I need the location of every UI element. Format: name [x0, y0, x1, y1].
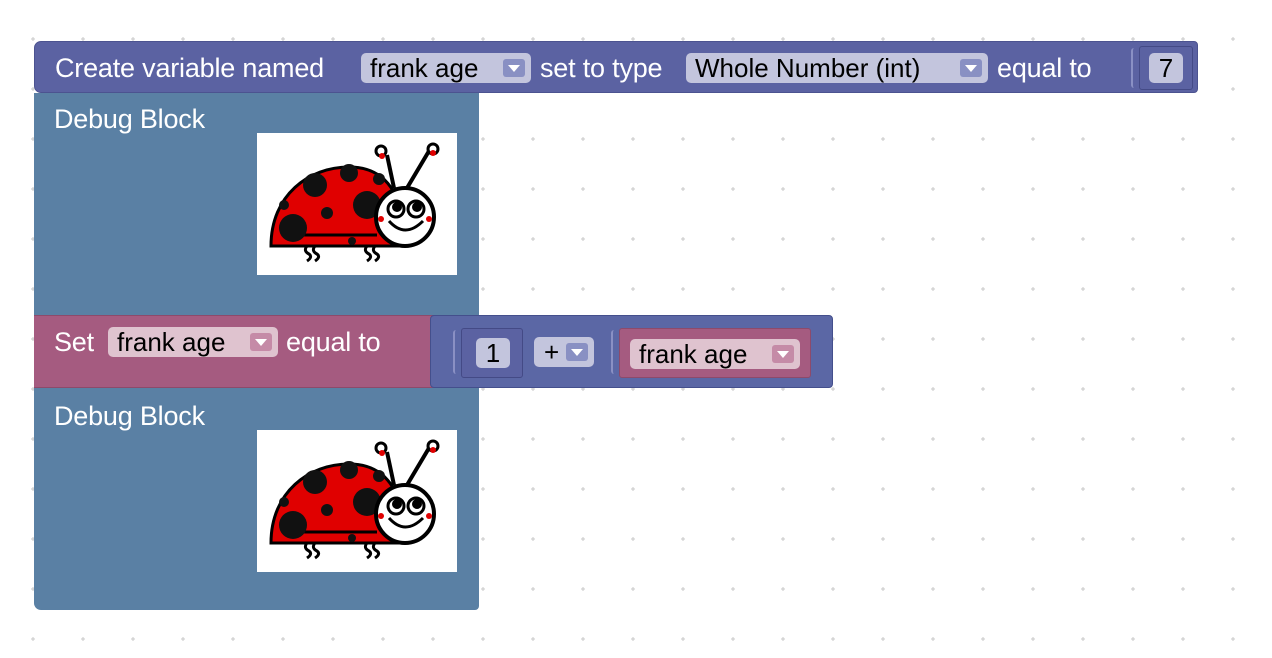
set-variable-value: frank age — [117, 327, 226, 357]
debug-block[interactable]: Debug Block — [34, 388, 479, 610]
chevron-down-icon — [250, 333, 272, 351]
number-block[interactable]: 7 — [1139, 46, 1193, 90]
debug-block-label: Debug Block — [54, 401, 205, 431]
set-variable-block[interactable]: Set frank age equal to — [34, 315, 434, 388]
equal-to-label: equal to — [997, 53, 1092, 83]
ladybug-icon — [269, 439, 440, 560]
ladybug-icon — [269, 142, 440, 263]
chevron-down-icon — [503, 59, 525, 77]
number-block[interactable]: 1 — [461, 328, 523, 378]
left-input-socket — [453, 330, 461, 374]
operator-value: + — [544, 337, 560, 367]
variable-type-value: Whole Number (int) — [695, 53, 921, 83]
debug-block[interactable]: Debug Block — [34, 93, 479, 315]
chevron-down-icon — [772, 345, 794, 363]
variable-type-dropdown[interactable]: Whole Number (int) — [686, 53, 988, 83]
right-input-socket — [611, 330, 619, 374]
set-to-type-label: set to type — [540, 53, 663, 83]
arithmetic-block[interactable]: 1 + frank age — [430, 315, 833, 388]
chevron-down-icon — [960, 59, 982, 77]
ladybug-image-frame — [257, 430, 457, 572]
right-variable-dropdown[interactable]: frank age — [630, 339, 800, 369]
operator-dropdown[interactable]: + — [534, 337, 594, 367]
set-variable-dropdown[interactable]: frank age — [108, 327, 278, 357]
set-equal-to-label: equal to — [286, 327, 381, 357]
set-label: Set — [54, 327, 94, 357]
create-variable-block[interactable]: Create variable named frank age set to t… — [34, 41, 1198, 93]
variable-name-dropdown[interactable]: frank age — [361, 53, 531, 83]
create-variable-label: Create variable named — [55, 53, 324, 83]
initial-value-field[interactable]: 7 — [1149, 53, 1183, 83]
variable-getter-block[interactable]: frank age — [619, 328, 811, 378]
variable-name-value: frank age — [370, 53, 479, 83]
right-variable-value: frank age — [639, 339, 748, 369]
left-operand-field[interactable]: 1 — [476, 338, 510, 368]
chevron-down-icon — [566, 343, 588, 361]
debug-block-label: Debug Block — [54, 104, 205, 134]
ladybug-image-frame — [257, 133, 457, 275]
blockly-workspace[interactable]: Create variable named frank age set to t… — [0, 0, 1272, 658]
